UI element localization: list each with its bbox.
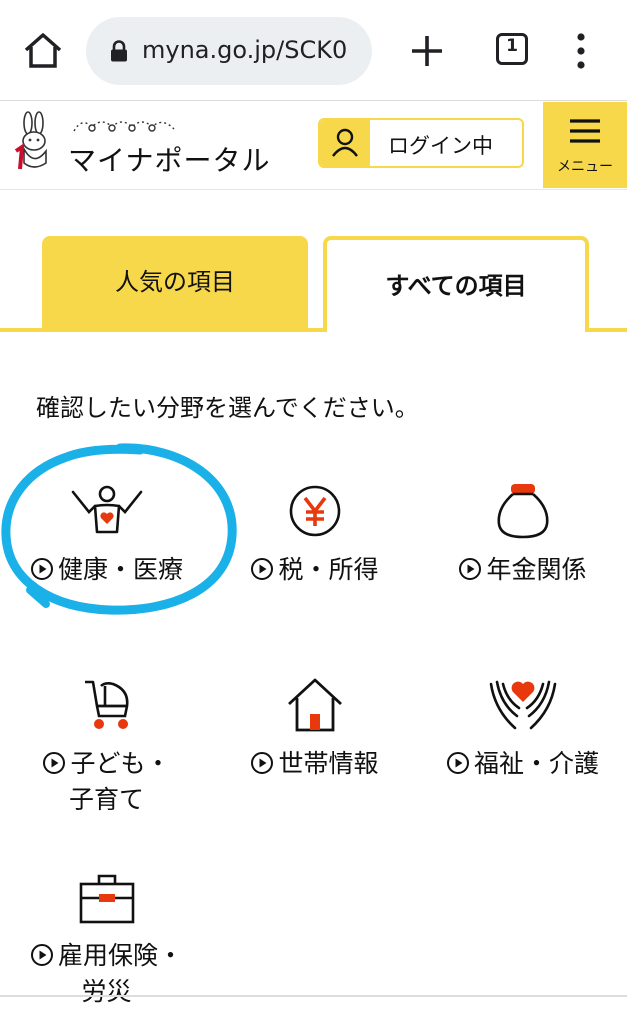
- login-status-label: ログイン中: [388, 134, 493, 158]
- site-header: マイナポータル ログイン中 メニュー: [0, 100, 627, 190]
- category-welfare-care[interactable]: 福祉・介護: [418, 676, 627, 782]
- tab-label: すべての項目: [385, 272, 527, 300]
- menu-label: メニュー: [557, 159, 613, 175]
- play-circle-icon: [43, 752, 66, 774]
- category-label-line2: 子育て: [68, 785, 144, 814]
- menu-button[interactable]: メニュー: [543, 102, 627, 188]
- play-circle-icon: [251, 752, 274, 774]
- login-status-button[interactable]: ログイン中: [318, 118, 524, 168]
- tab-label: 人気の項目: [115, 268, 235, 296]
- category-child-rearing[interactable]: 子ども・ 子育て: [2, 676, 211, 818]
- play-circle-icon: [30, 944, 53, 966]
- category-label: 健康・医療: [2, 552, 211, 588]
- category-label-line2: 労災: [81, 977, 132, 1006]
- play-circle-icon: [251, 558, 274, 580]
- pension-pouch-icon: [496, 484, 549, 539]
- new-tab-icon[interactable]: [404, 28, 450, 74]
- category-employment-insurance[interactable]: 雇用保険・ 労災: [2, 872, 211, 1010]
- category-prompt: 確認したい分野を選んでください。: [36, 394, 419, 422]
- tab-switcher-button[interactable]: 1: [494, 31, 532, 69]
- url-text: myna.go.jp/SCK0: [142, 36, 348, 64]
- category-label: 子ども・: [2, 746, 211, 782]
- browser-toolbar: myna.go.jp/SCK0 1: [0, 0, 627, 100]
- logo-dots-decoration: [70, 113, 180, 135]
- category-household-info[interactable]: 世帯情報: [210, 676, 419, 782]
- tab-count: 1: [506, 36, 518, 56]
- more-options-icon[interactable]: [566, 30, 596, 72]
- care-hands-icon: [489, 680, 556, 730]
- person-icon: [320, 120, 370, 166]
- bottom-divider: [0, 995, 627, 997]
- category-label: 世帯情報: [210, 746, 419, 782]
- briefcase-icon: [79, 874, 134, 924]
- mascot-logo-icon[interactable]: [12, 111, 56, 173]
- category-label: 年金関係: [418, 552, 627, 588]
- category-label: 福祉・介護: [418, 746, 627, 782]
- category-tax-income[interactable]: 税・所得: [210, 484, 419, 588]
- play-circle-icon: [30, 558, 53, 580]
- lock-icon: [110, 40, 128, 62]
- play-circle-icon: [459, 558, 482, 580]
- home-icon[interactable]: [22, 30, 64, 72]
- tab-all-items[interactable]: すべての項目: [323, 236, 589, 332]
- category-label: 雇用保険・: [2, 938, 211, 974]
- stroller-icon: [84, 680, 129, 729]
- category-health-medical[interactable]: 健康・医療: [2, 484, 211, 588]
- house-icon: [287, 678, 342, 732]
- category-label: 税・所得: [210, 552, 419, 588]
- health-icon: [71, 485, 142, 534]
- tab-popular-items[interactable]: 人気の項目: [42, 236, 308, 330]
- yen-icon: [289, 485, 340, 537]
- play-circle-icon: [446, 752, 469, 774]
- site-logo-text[interactable]: マイナポータル: [68, 139, 270, 179]
- category-pension[interactable]: 年金関係: [418, 482, 627, 588]
- address-bar[interactable]: myna.go.jp/SCK0: [86, 17, 372, 85]
